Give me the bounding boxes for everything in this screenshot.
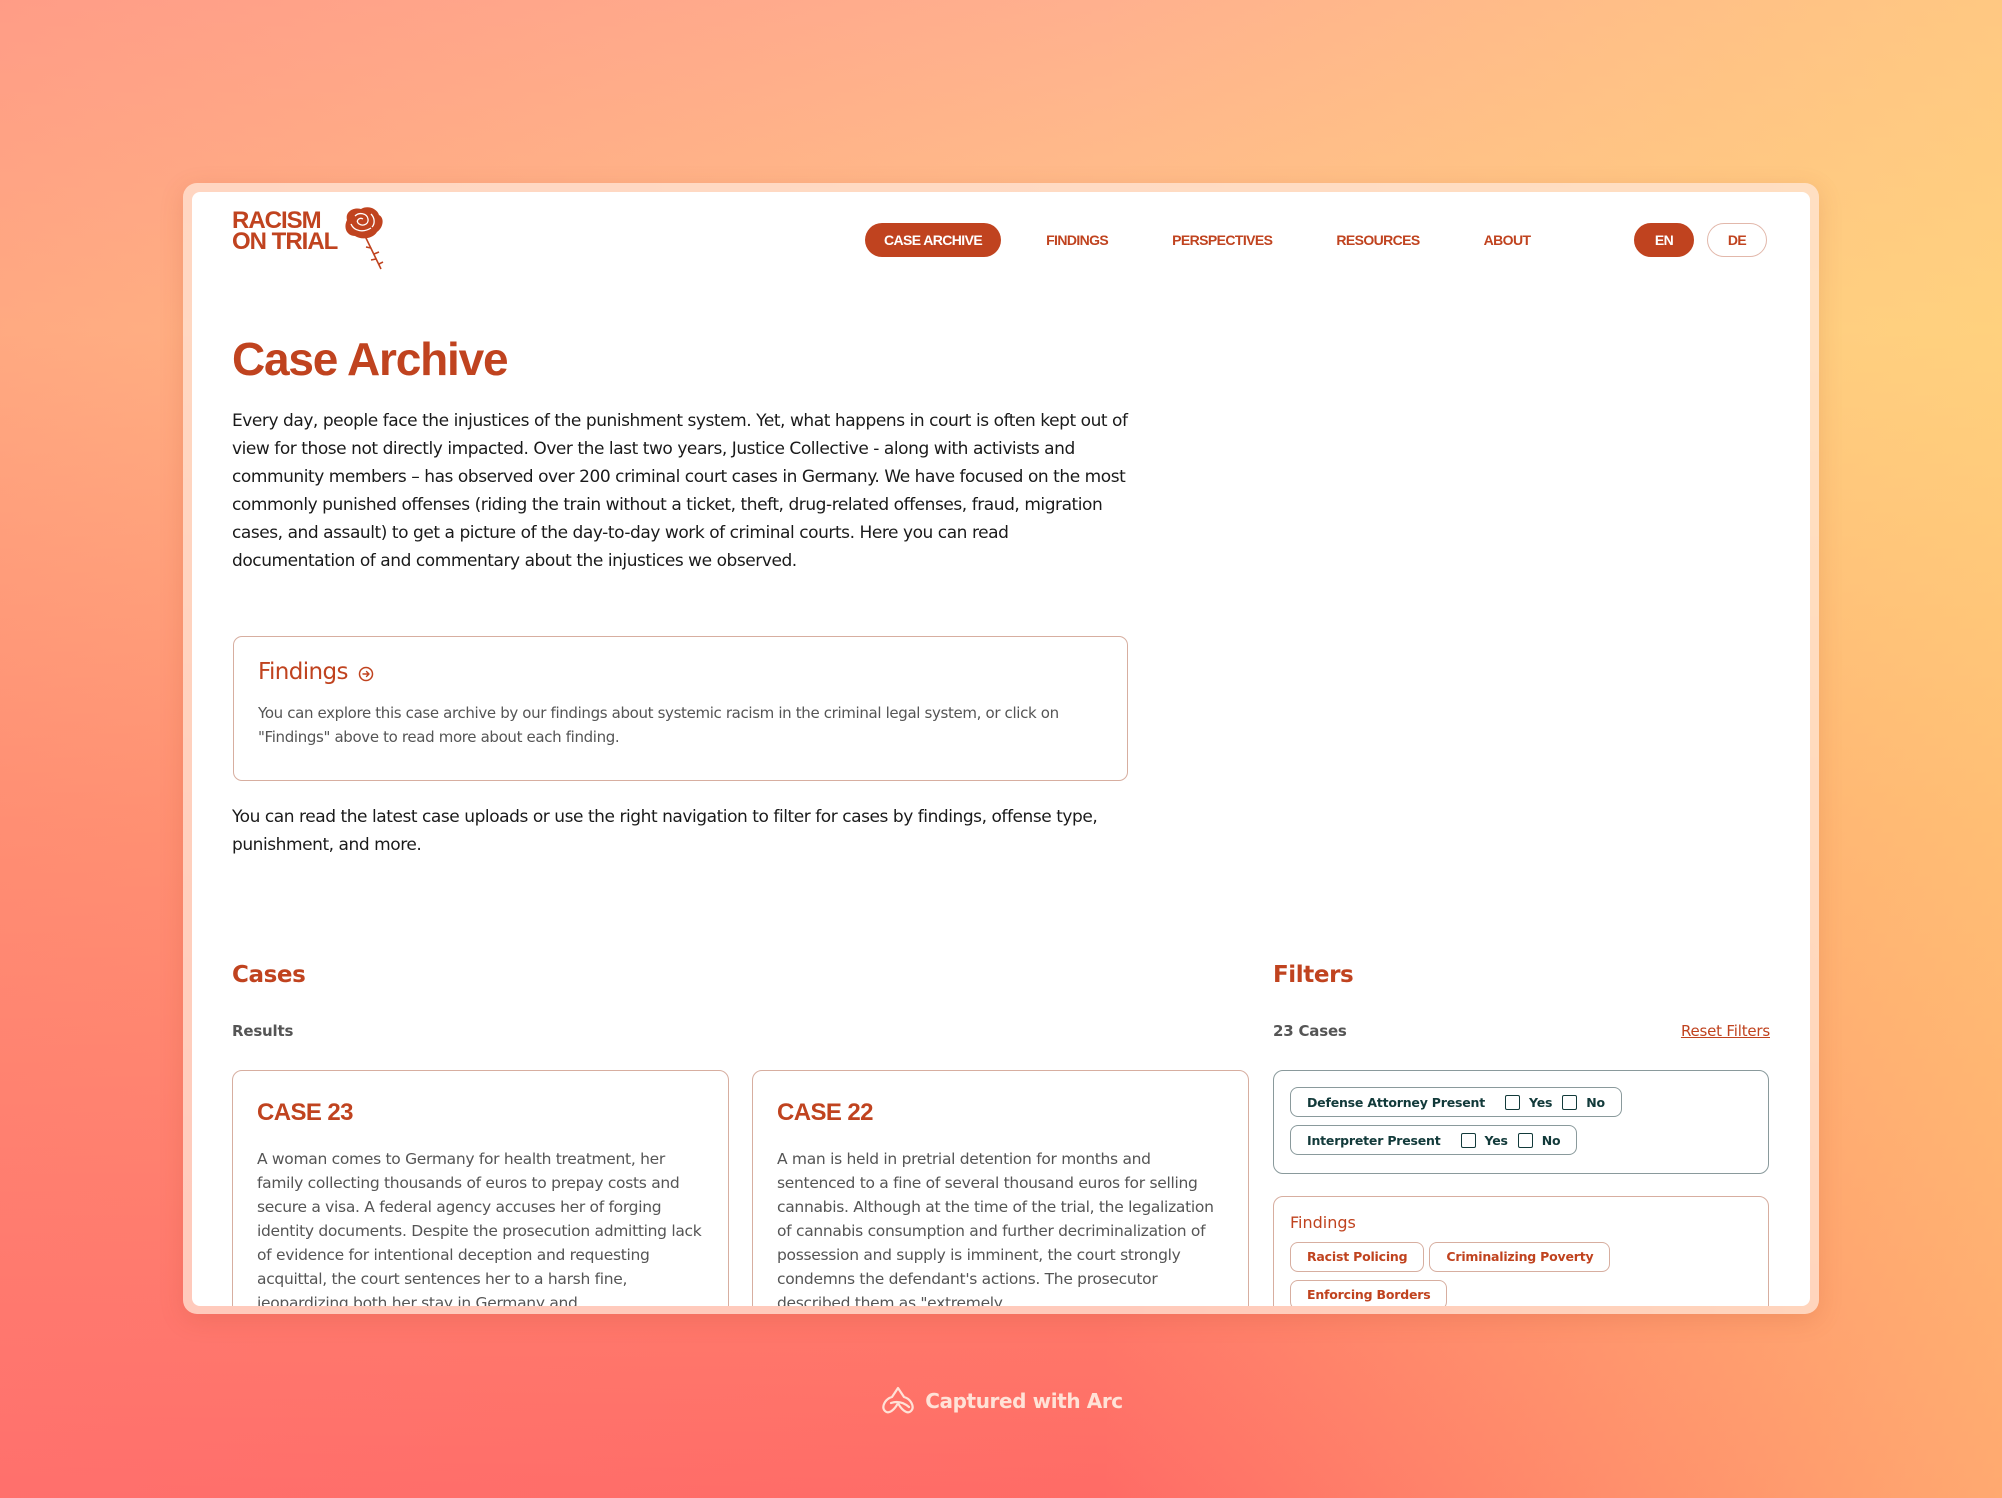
case-title: CASE 22: [777, 1099, 873, 1126]
browser-window-frame: RACISM ON TRIAL CASE ARCHIVE FINDINGS PE…: [183, 183, 1819, 1314]
reset-filters-link[interactable]: Reset Filters: [1681, 1022, 1770, 1040]
findings-tags: Racist Policing Criminalizing Poverty Enf…: [1290, 1242, 1752, 1306]
case-summary: A woman comes to Germany for health trea…: [257, 1150, 702, 1306]
tag-criminalizing-poverty[interactable]: Criminalizing Poverty: [1429, 1242, 1611, 1272]
nav-about[interactable]: ABOUT: [1465, 223, 1550, 257]
language-switcher: EN DE: [1634, 223, 1780, 257]
case-count: 23 Cases: [1273, 1022, 1347, 1040]
arc-logo-icon: [882, 1386, 914, 1414]
lang-de-button[interactable]: DE: [1707, 223, 1767, 257]
tag-enforcing-borders[interactable]: Enforcing Borders: [1290, 1280, 1448, 1306]
filter-label: Interpreter Present: [1307, 1132, 1441, 1148]
findings-callout-title: Findings: [258, 659, 348, 685]
findings-filter-label: Findings: [1290, 1213, 1356, 1232]
defense-attorney-no-checkbox[interactable]: [1562, 1094, 1578, 1110]
case-card[interactable]: CASE 22 A man is held in pretrial detent…: [752, 1070, 1249, 1306]
intro-paragraph: Every day, people face the injustices of…: [232, 411, 1128, 571]
findings-callout: Findings You can explore this case archi…: [233, 636, 1128, 781]
intro-paragraph-2: You can read the latest case uploads or …: [232, 807, 1098, 855]
filter-label: Defense Attorney Present: [1307, 1094, 1485, 1110]
defense-attorney-yes-checkbox[interactable]: [1505, 1094, 1520, 1110]
logo-text: RACISM ON TRIAL: [232, 209, 338, 255]
page: RACISM ON TRIAL CASE ARCHIVE FINDINGS PE…: [192, 192, 1810, 1306]
presence-filters: Defense Attorney Present Yes No Interpre…: [1273, 1070, 1769, 1174]
no-label: No: [1541, 1132, 1561, 1148]
interpreter-yes-checkbox[interactable]: [1460, 1132, 1476, 1148]
nav-perspectives[interactable]: PERSPECTIVES: [1153, 223, 1291, 257]
results-label: Results: [232, 1022, 294, 1040]
findings-callout-description: You can explore this case archive by our…: [258, 704, 1059, 746]
main-nav: CASE ARCHIVE FINDINGS PERSPECTIVES RESOU…: [865, 223, 1575, 257]
findings-link[interactable]: Findings: [258, 659, 1103, 685]
yes-label: Yes: [1484, 1132, 1508, 1148]
arrow-circle-right-icon: [358, 666, 374, 681]
site-logo[interactable]: RACISM ON TRIAL: [232, 207, 387, 272]
filter-interpreter: Interpreter Present Yes No: [1290, 1125, 1578, 1155]
filter-defense-attorney: Defense Attorney Present Yes No: [1290, 1087, 1622, 1117]
nav-case-archive[interactable]: CASE ARCHIVE: [865, 223, 1002, 257]
tag-racist-policing[interactable]: Racist Policing: [1290, 1242, 1425, 1272]
no-label: No: [1586, 1094, 1605, 1110]
capture-label: Captured with Arc: [925, 1389, 1123, 1413]
interpreter-no-checkbox[interactable]: [1517, 1132, 1533, 1148]
page-title: Case Archive: [232, 333, 509, 385]
rose-icon: [345, 207, 384, 270]
nav-findings[interactable]: FINDINGS: [1027, 223, 1127, 257]
nav-resources[interactable]: RESOURCES: [1317, 223, 1438, 257]
logo-line-2: ON TRIAL: [232, 228, 338, 255]
capture-watermark: Captured with Arc: [0, 1385, 2002, 1417]
case-card[interactable]: CASE 23 A woman comes to Germany for hea…: [232, 1070, 729, 1306]
lang-en-button[interactable]: EN: [1634, 223, 1694, 257]
cases-heading: Cases: [232, 962, 306, 988]
findings-filter: Findings Racist Policing Criminalizing Po…: [1273, 1196, 1769, 1306]
case-title: CASE 23: [257, 1099, 353, 1126]
case-summary: A man is held in pretrial detention for …: [777, 1150, 1214, 1306]
yes-label: Yes: [1529, 1094, 1553, 1110]
filters-heading: Filters: [1273, 962, 1354, 988]
